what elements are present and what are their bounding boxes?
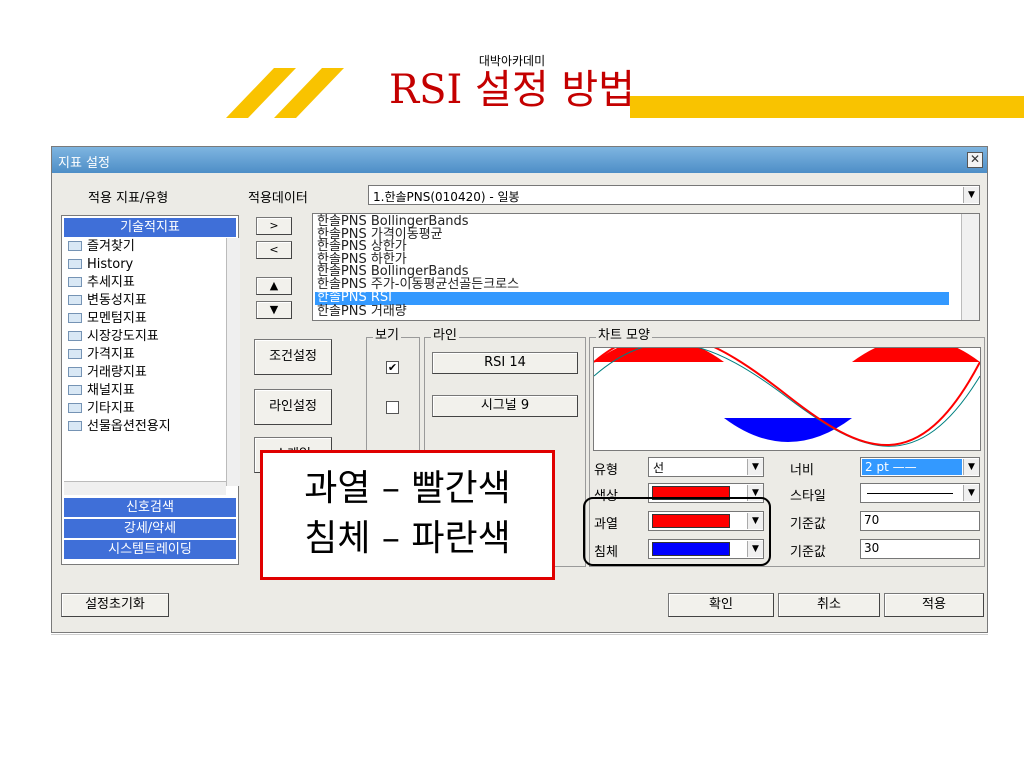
applied-indicator-list: 한솔PNS BollingerBands 한솔PNS 가격이동평균 한솔PNS … [312, 213, 980, 321]
rsi-preview-graphic [593, 332, 981, 447]
width-select[interactable]: 2 pt —— ▼ [860, 457, 980, 477]
line-group-label: 라인 [431, 328, 459, 343]
tree-item[interactable]: 기타지표 [68, 400, 135, 418]
cancel-button[interactable]: 취소 [778, 593, 880, 617]
solid-line-icon [867, 493, 953, 494]
dialog-titlebar: 지표 설정 ✕ [52, 147, 987, 173]
condition-settings-button[interactable]: 조건설정 [254, 339, 332, 375]
ok-button[interactable]: 확인 [668, 593, 774, 617]
line-settings-button[interactable]: 라인설정 [254, 389, 332, 425]
tree-item[interactable]: History [68, 256, 133, 274]
chevron-down-icon[interactable]: ▼ [963, 187, 979, 203]
move-right-button[interactable]: > [256, 217, 292, 235]
tree-item[interactable]: 즐겨찾기 [68, 238, 135, 256]
overbought-base-input[interactable]: 70 [860, 511, 980, 531]
category-strength[interactable]: 강세/약세 [64, 519, 236, 538]
rsi-visible-checkbox[interactable]: ✔ [386, 361, 399, 374]
overbought-base-label: 기준값 [790, 517, 826, 532]
style-label: 스타일 [790, 489, 826, 504]
category-signal-search[interactable]: 신호검색 [64, 498, 236, 517]
view-group-label: 보기 [373, 328, 401, 343]
type-select[interactable]: 선 ▼ [648, 457, 764, 477]
divider [51, 634, 988, 635]
tree-item[interactable]: 추세지표 [68, 274, 135, 292]
style-select[interactable]: ▼ [860, 483, 980, 503]
annotation-box: 과열 – 빨간색 침체 – 파란색 [260, 450, 555, 580]
chevron-down-icon[interactable]: ▼ [747, 459, 763, 475]
folder-icon [68, 241, 82, 251]
tree-item[interactable]: 거래량지표 [68, 364, 147, 382]
highlight-outline [583, 497, 771, 566]
annotation-line-oversold: 침체 – 파란색 [304, 518, 511, 559]
move-down-button[interactable]: ▼ [256, 301, 292, 319]
indicator-tree-panel: 기술적지표 즐겨찾기 History 추세지표 변동성지표 모멘텀지표 시장강도… [61, 215, 240, 565]
list-item[interactable]: 한솔PNS 거래량 [317, 305, 407, 319]
category-technical[interactable]: 기술적지표 [64, 218, 236, 237]
folder-icon [68, 313, 82, 323]
folder-icon [68, 331, 82, 341]
width-label: 너비 [790, 463, 814, 478]
source-data-select[interactable]: 1.한솔PNS(010420) - 일봉 ▼ [368, 185, 980, 205]
tree-item[interactable]: 시장강도지표 [68, 328, 159, 346]
oversold-base-input[interactable]: 30 [860, 539, 980, 559]
chart-shape-label: 차트 모양 [596, 328, 652, 343]
reset-settings-button[interactable]: 설정초기화 [61, 593, 169, 617]
folder-icon [68, 295, 82, 305]
dialog-title: 지표 설정 [58, 156, 110, 171]
indicator-type-label: 적용 지표/유형 [88, 191, 169, 206]
folder-icon [68, 277, 82, 287]
tree-item[interactable]: 가격지표 [68, 346, 135, 364]
folder-icon [68, 385, 82, 395]
list-scrollbar[interactable] [961, 214, 979, 320]
tree-vertical-scrollbar[interactable] [226, 238, 240, 486]
tree-horizontal-scrollbar[interactable] [64, 481, 226, 495]
folder-icon [68, 403, 82, 413]
apply-button[interactable]: 적용 [884, 593, 984, 617]
overbought-zone [594, 338, 724, 362]
signal-line-button[interactable]: 시그널 9 [432, 395, 578, 417]
folder-icon [68, 367, 82, 377]
chevron-down-icon[interactable]: ▼ [963, 485, 979, 501]
move-up-button[interactable]: ▲ [256, 277, 292, 295]
folder-icon [68, 259, 82, 269]
folder-icon [68, 421, 82, 431]
rsi-line-button[interactable]: RSI 14 [432, 352, 578, 374]
move-left-button[interactable]: < [256, 241, 292, 259]
tree-item[interactable]: 선물옵션전용지 [68, 418, 171, 436]
overbought-zone [852, 338, 980, 362]
list-item-selected[interactable]: 한솔PNS RSI [315, 291, 949, 305]
folder-icon [68, 349, 82, 359]
type-label: 유형 [594, 463, 618, 478]
chevron-down-icon[interactable]: ▼ [963, 459, 979, 475]
signal-visible-checkbox[interactable] [386, 401, 399, 414]
close-icon[interactable]: ✕ [967, 152, 983, 168]
category-system-trading[interactable]: 시스템트레이딩 [64, 540, 236, 559]
source-data-label: 적용데이터 [248, 191, 308, 206]
annotation-line-overbought: 과열 – 빨간색 [304, 468, 511, 509]
tree-item[interactable]: 채널지표 [68, 382, 135, 400]
chart-preview [593, 332, 981, 451]
page-title: RSI 설정 방법 [389, 67, 635, 113]
oversold-base-label: 기준값 [790, 545, 826, 560]
width-value: 2 pt —— [862, 459, 962, 475]
oversold-zone [724, 418, 852, 442]
tree-item[interactable]: 모멘텀지표 [68, 310, 147, 328]
tree-item[interactable]: 변동성지표 [68, 292, 147, 310]
